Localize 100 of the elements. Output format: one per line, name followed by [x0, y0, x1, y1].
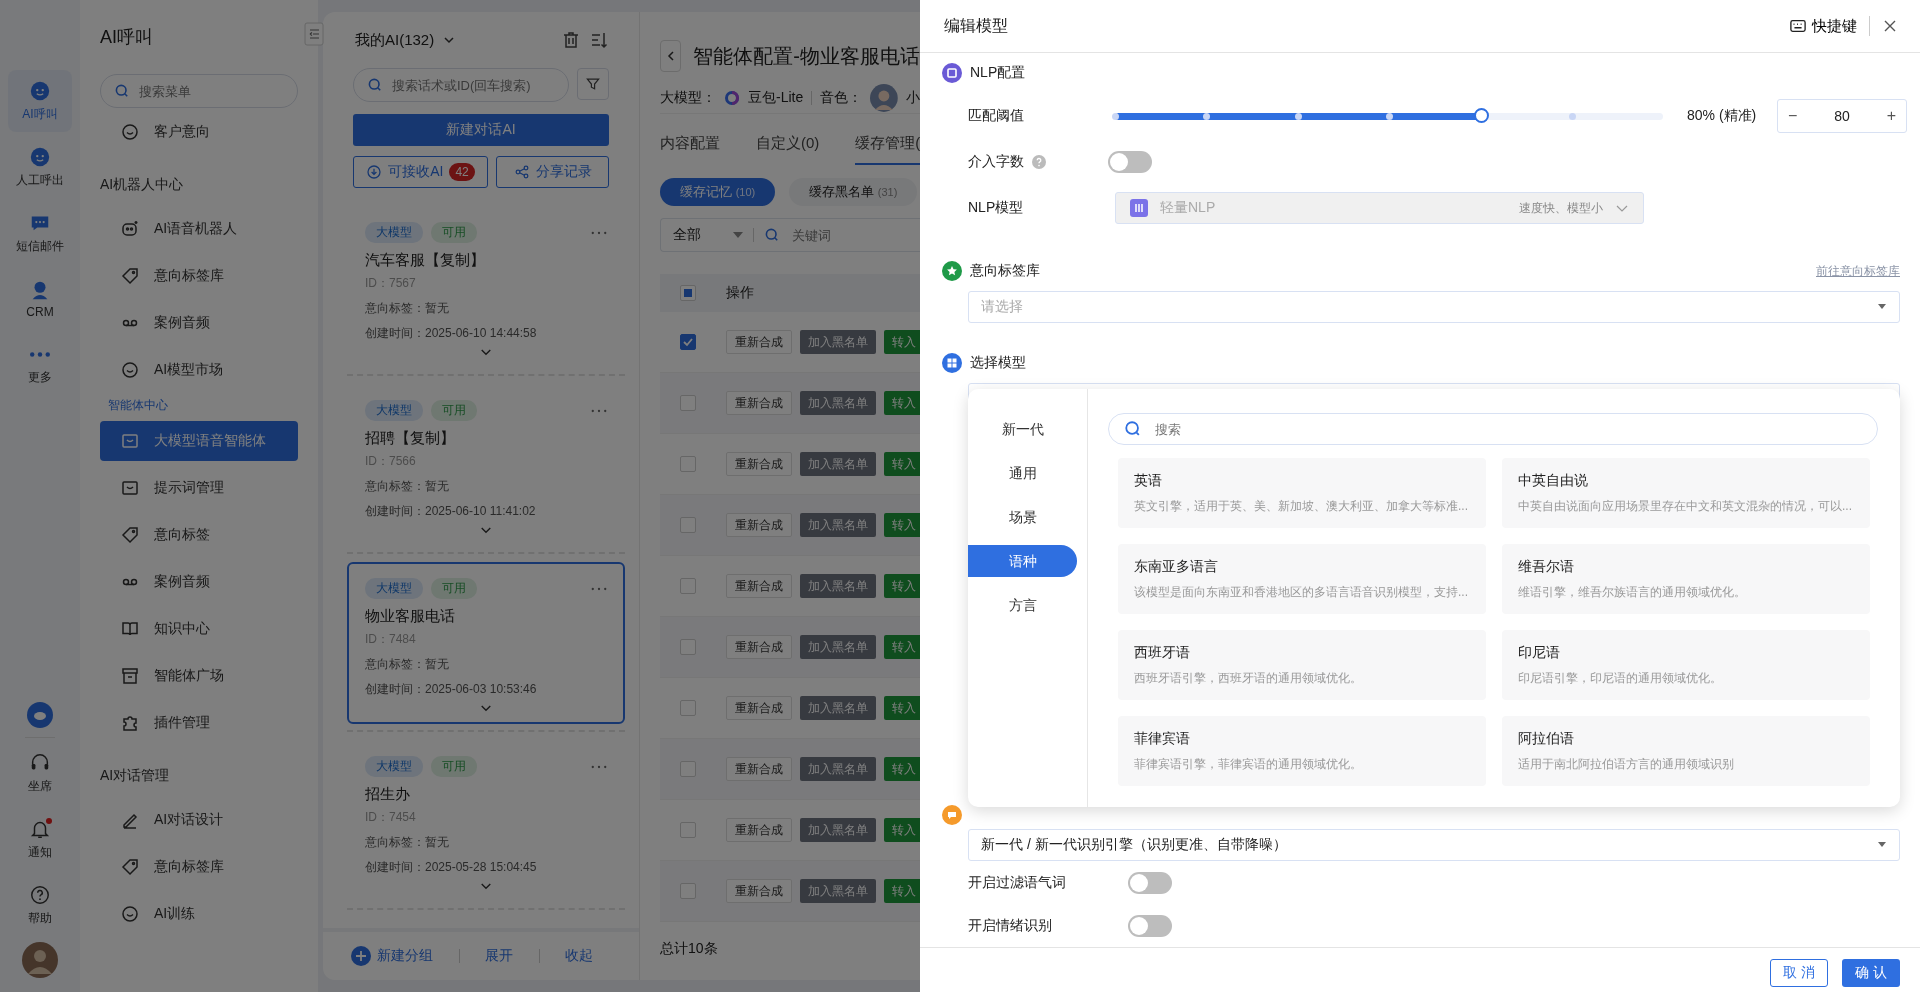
toggle-switch[interactable]: [1128, 871, 1172, 894]
engine-select[interactable]: 新一代 / 新一代识别引擎（识别更准、自带降噪）: [968, 829, 1900, 861]
more-icon[interactable]: [591, 764, 607, 769]
sidebar-item[interactable]: AI语音机器人: [100, 209, 298, 249]
row-checkbox[interactable]: [680, 639, 696, 655]
rail-nav-item[interactable]: CRM: [8, 268, 72, 330]
expand-link[interactable]: 展开: [485, 947, 513, 965]
slider-thumb[interactable]: [1473, 107, 1489, 123]
menu-search-field[interactable]: 搜索菜单: [100, 74, 298, 108]
intent-library-select[interactable]: 请选择: [968, 291, 1900, 323]
category-item[interactable]: 新一代: [968, 413, 1077, 445]
transfer-button[interactable]: 转入: [884, 330, 920, 354]
rail-nav-item[interactable]: 帮助: [8, 876, 72, 934]
increment-button[interactable]: +: [1886, 107, 1896, 125]
transfer-button[interactable]: 转入: [884, 635, 920, 659]
resynthesize-button[interactable]: 重新合成: [726, 574, 792, 598]
resynthesize-button[interactable]: 重新合成: [726, 330, 792, 354]
chevron-down-icon[interactable]: [480, 882, 492, 891]
user-avatar[interactable]: [22, 942, 58, 978]
sidebar-item[interactable]: AI训练: [100, 894, 298, 934]
resynthesize-button[interactable]: 重新合成: [726, 635, 792, 659]
transfer-button[interactable]: 转入: [884, 696, 920, 720]
shortcut-button[interactable]: 快捷键: [1790, 16, 1857, 36]
sidebar-item[interactable]: 大模型语音智能体: [100, 421, 298, 461]
confirm-button[interactable]: 确 认: [1842, 958, 1900, 987]
row-checkbox[interactable]: [680, 822, 696, 838]
intent-library-link[interactable]: 前往意向标签库: [1816, 262, 1900, 280]
agent-list-dropdown[interactable]: 我的AI(132): [355, 30, 435, 50]
transfer-button[interactable]: 转入: [884, 757, 920, 781]
row-checkbox[interactable]: [680, 883, 696, 899]
more-icon[interactable]: [591, 408, 607, 413]
new-ai-button[interactable]: 新建对话AI: [353, 114, 609, 146]
rail-nav-item[interactable]: 短信邮件: [8, 202, 72, 264]
row-checkbox[interactable]: [680, 456, 696, 472]
filter-button[interactable]: [577, 68, 609, 100]
transfer-button[interactable]: 转入: [884, 513, 920, 537]
agent-search-field[interactable]: 搜索话术或ID(回车搜索): [353, 68, 569, 102]
row-checkbox[interactable]: [680, 395, 696, 411]
more-icon[interactable]: [591, 586, 607, 591]
model-option-card[interactable]: 阿拉伯语 适用于南北阿拉伯语方言的通用领域识别: [1502, 716, 1870, 786]
collapse-link[interactable]: 收起: [565, 947, 593, 965]
number-stepper[interactable]: − 80 +: [1777, 99, 1907, 133]
page-tab[interactable]: 内容配置: [660, 123, 720, 165]
category-item[interactable]: 语种: [968, 545, 1077, 577]
model-option-card[interactable]: 中英自由说 中英自由说面向应用场景里存在中文和英文混杂的情况，可以...: [1502, 458, 1870, 528]
resynthesize-button[interactable]: 重新合成: [726, 879, 792, 903]
model-option-card[interactable]: 英语 英文引擎，适用于英、美、新加坡、澳大利亚、加拿大等标准...: [1118, 458, 1486, 528]
chevron-down-icon[interactable]: [480, 526, 492, 535]
sort-icon[interactable]: [589, 30, 609, 50]
row-checkbox[interactable]: [680, 761, 696, 777]
trash-icon[interactable]: [561, 30, 581, 50]
sidebar-item[interactable]: 插件管理: [100, 703, 298, 743]
transfer-button[interactable]: 转入: [884, 391, 920, 415]
add-icon[interactable]: [351, 946, 371, 966]
resynthesize-button[interactable]: 重新合成: [726, 757, 792, 781]
transfer-button[interactable]: 转入: [884, 818, 920, 842]
resynthesize-button[interactable]: 重新合成: [726, 818, 792, 842]
category-item[interactable]: 通用: [968, 457, 1077, 489]
resynthesize-button[interactable]: 重新合成: [726, 513, 792, 537]
sidebar-item[interactable]: 提示词管理: [100, 468, 298, 508]
rail-nav-item[interactable]: 通知: [8, 810, 72, 868]
model-option-card[interactable]: 东南亚多语言 该模型是面向东南亚和香港地区的多语言语音识别模型，支持...: [1118, 544, 1486, 614]
sidebar-item[interactable]: 知识中心: [100, 609, 298, 649]
cancel-button[interactable]: 取 消: [1770, 958, 1828, 987]
rail-nav-item[interactable]: 人工呼出: [8, 136, 72, 198]
share-records-button[interactable]: 分享记录: [496, 156, 609, 188]
toggle-switch[interactable]: [1108, 151, 1152, 173]
sidebar-item[interactable]: 案例音频: [100, 562, 298, 602]
chevron-down-icon[interactable]: [480, 348, 492, 357]
receivable-ai-button[interactable]: 可接收AI 42: [353, 156, 488, 188]
sidebar-item[interactable]: 客户意向: [100, 112, 298, 152]
new-group-link[interactable]: 新建分组: [377, 947, 433, 965]
sidebar-item[interactable]: AI模型市场: [100, 350, 298, 390]
logo-icon[interactable]: [26, 701, 54, 729]
toggle-switch[interactable]: [1128, 914, 1172, 937]
transfer-button[interactable]: 转入: [884, 452, 920, 476]
rail-nav-item[interactable]: 坐席: [8, 744, 72, 802]
close-icon[interactable]: [1882, 18, 1898, 34]
collapse-icon[interactable]: [304, 22, 324, 46]
chevron-down-icon[interactable]: [480, 704, 492, 713]
sidebar-item[interactable]: 意向标签库: [100, 256, 298, 296]
category-item[interactable]: 方言: [968, 589, 1077, 621]
page-tab[interactable]: 自定义(0): [756, 123, 820, 165]
resynthesize-button[interactable]: 重新合成: [726, 452, 792, 476]
model-option-card[interactable]: 西班牙语 西班牙语引擎，西班牙语的通用领域优化。: [1118, 630, 1486, 700]
row-checkbox[interactable]: [680, 700, 696, 716]
transfer-button[interactable]: 转入: [884, 879, 920, 903]
sidebar-item[interactable]: 智能体广场: [100, 656, 298, 696]
category-item[interactable]: 场景: [968, 501, 1077, 533]
decrement-button[interactable]: −: [1788, 107, 1798, 125]
rail-nav-item[interactable]: AI呼叫: [8, 70, 72, 132]
row-checkbox[interactable]: [680, 517, 696, 533]
sidebar-item[interactable]: 意向标签库: [100, 847, 298, 887]
help-icon[interactable]: [1032, 155, 1046, 169]
transfer-button[interactable]: 转入: [884, 574, 920, 598]
sidebar-item[interactable]: 案例音频: [100, 303, 298, 343]
model-option-card[interactable]: 维吾尔语 维语引擎，维吾尔族语言的通用领域优化。: [1502, 544, 1870, 614]
row-checkbox[interactable]: [680, 578, 696, 594]
more-icon[interactable]: [591, 230, 607, 235]
resynthesize-button[interactable]: 重新合成: [726, 391, 792, 415]
